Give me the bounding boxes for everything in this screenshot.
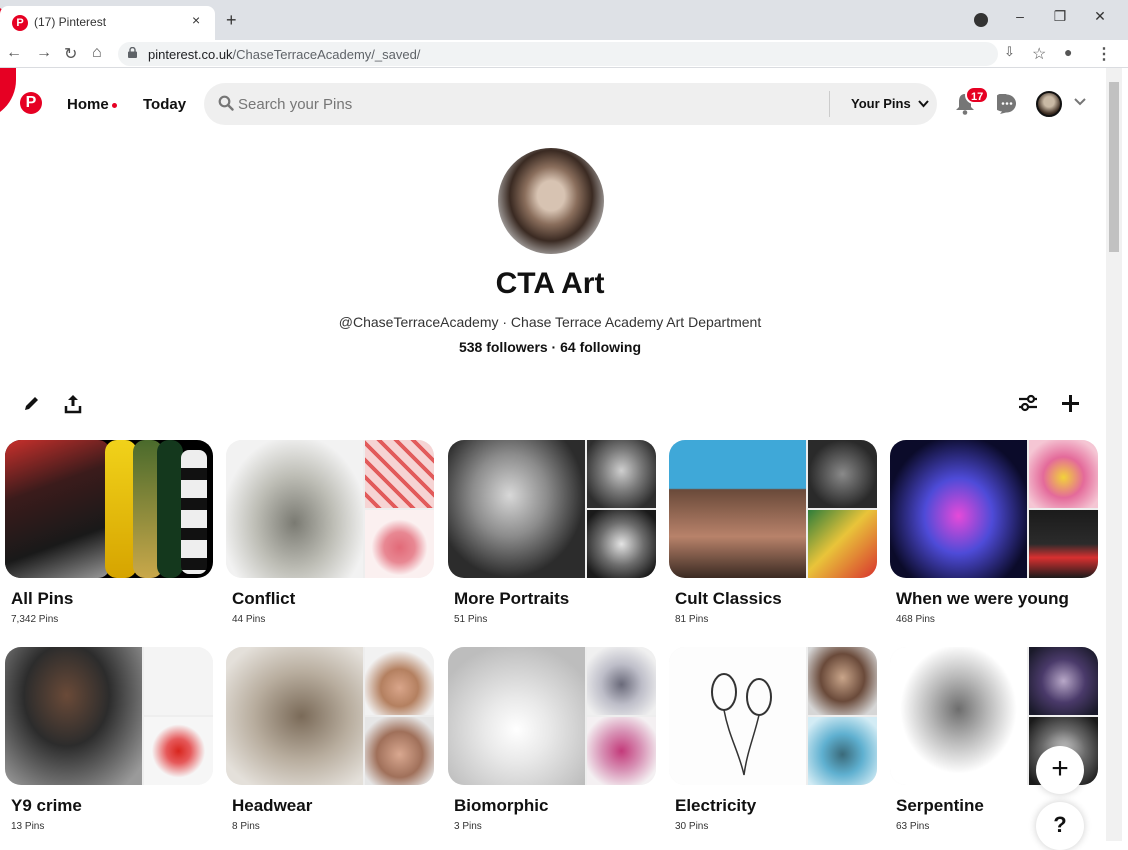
search-scope-label: Your Pins: [851, 96, 911, 111]
board-name: More Portraits: [454, 589, 570, 608]
board-cover: [669, 647, 877, 785]
address-bar[interactable]: pinterest.co.uk/ChaseTerraceAcademy/_sav…: [118, 42, 998, 66]
board-name: All Pins: [11, 589, 74, 608]
board-card[interactable]: Headwear 8 Pins: [226, 647, 434, 832]
board-pin-count: 3 Pins: [454, 821, 482, 832]
board-name: Electricity: [675, 796, 757, 815]
bookmark-star-icon[interactable]: ☆: [1032, 44, 1046, 64]
board-cover: [5, 647, 213, 785]
board-cover: [5, 440, 213, 578]
install-icon[interactable]: ⇩: [1004, 44, 1015, 60]
restore-button[interactable]: ❐: [1050, 8, 1070, 25]
profile-handle: @ChaseTerraceAcademy · Chase Terrace Aca…: [338, 314, 762, 330]
edit-pencil-icon[interactable]: [23, 394, 41, 412]
close-window-button[interactable]: ✕: [1090, 8, 1110, 25]
share-upload-icon[interactable]: [64, 394, 82, 414]
nav-today-link[interactable]: Today: [143, 96, 186, 113]
account-menu-chevron-icon[interactable]: [1074, 98, 1086, 106]
board-card[interactable]: Biomorphic 3 Pins: [448, 647, 656, 832]
page-scrollbar[interactable]: [1106, 68, 1122, 841]
nav-home-link[interactable]: Home: [67, 96, 117, 113]
board-cover: [669, 440, 877, 578]
url-text: pinterest.co.uk/ChaseTerraceAcademy/_sav…: [148, 47, 421, 62]
search-scope-dropdown[interactable]: Your Pins: [851, 96, 930, 111]
pinterest-favicon-icon: P: [12, 15, 28, 31]
search-icon: [218, 95, 234, 111]
profile-follow-stats[interactable]: 538 followers · 64 following: [0, 339, 1100, 355]
board-pin-count: 44 Pins: [232, 614, 266, 625]
board-card[interactable]: Y9 crime 13 Pins: [5, 647, 213, 832]
board-name: Biomorphic: [454, 796, 549, 815]
board-cover: [448, 440, 656, 578]
board-cover: [226, 647, 434, 785]
notification-count-badge: 17: [965, 86, 990, 104]
board-name: When we were young: [896, 589, 1069, 608]
help-button[interactable]: ?: [1036, 802, 1084, 850]
new-content-dot: [111, 102, 117, 108]
profile-name: CTA Art: [495, 267, 605, 300]
help-question-icon: ?: [1053, 812, 1067, 837]
board-name: Y9 crime: [11, 796, 82, 815]
browser-tab[interactable]: P (17) Pinterest ×: [0, 6, 215, 40]
back-arrow-icon[interactable]: ←: [6, 44, 22, 62]
board-name: Cult Classics: [675, 589, 782, 608]
chrome-menu-icon[interactable]: ⋮: [1096, 44, 1112, 64]
board-pin-count: 7,342 Pins: [11, 614, 59, 625]
board-card[interactable]: Electricity 30 Pins: [669, 647, 877, 832]
board-cover: [890, 440, 1098, 578]
board-pin-count: 13 Pins: [11, 821, 45, 832]
profile-avatar: [498, 148, 604, 254]
search-divider: [829, 91, 830, 117]
pinterest-logo[interactable]: P: [20, 92, 42, 114]
floating-add-button[interactable]: +: [1036, 746, 1084, 794]
board-pin-count: 63 Pins: [896, 821, 930, 832]
board-name: Serpentine: [896, 796, 984, 815]
plus-icon: +: [1051, 752, 1069, 785]
messages-icon[interactable]: [997, 94, 1017, 114]
tab-title: (17) Pinterest: [34, 15, 107, 29]
create-plus-icon[interactable]: [1061, 394, 1080, 413]
board-name: Headwear: [232, 796, 313, 815]
board-pin-count: 51 Pins: [454, 614, 488, 625]
search-input[interactable]: [238, 94, 798, 114]
account-icon[interactable]: ●: [1064, 44, 1072, 60]
browser-tab-strip: P (17) Pinterest × + – ❐ ✕: [0, 0, 1128, 120]
board-cover: [226, 440, 434, 578]
scrollbar-thumb[interactable]: [1109, 82, 1119, 252]
search-bar[interactable]: Your Pins: [204, 83, 937, 125]
board-name: Conflict: [232, 589, 296, 608]
board-card[interactable]: Cult Classics 81 Pins: [669, 440, 877, 625]
earphones-sketch-icon: [711, 673, 772, 776]
chevron-down-icon: [918, 100, 930, 108]
board-pin-count: 81 Pins: [675, 614, 709, 625]
board-cover: [448, 647, 656, 785]
browser-profile-icon[interactable]: [974, 13, 988, 27]
browser-toolbar: ← → ↻ ⌂ pinterest.co.uk/ChaseTerraceAcad…: [0, 40, 1128, 68]
tab-close-button[interactable]: ×: [192, 12, 200, 28]
minimize-button[interactable]: –: [1010, 8, 1030, 24]
filter-sliders-icon[interactable]: [1018, 394, 1038, 412]
nav-home-label: Home: [67, 96, 109, 113]
board-pin-count: 30 Pins: [675, 821, 709, 832]
board-card[interactable]: All Pins 7,342 Pins: [5, 440, 213, 625]
board-pin-count: 468 Pins: [896, 614, 935, 625]
user-avatar[interactable]: [1036, 91, 1062, 117]
new-tab-button[interactable]: +: [226, 10, 237, 31]
board-card[interactable]: Conflict 44 Pins: [226, 440, 434, 625]
forward-arrow-icon[interactable]: →: [36, 44, 52, 62]
lock-icon: [128, 47, 137, 58]
board-card[interactable]: More Portraits 51 Pins: [448, 440, 656, 625]
reload-icon[interactable]: ↻: [64, 44, 77, 64]
board-pin-count: 8 Pins: [232, 821, 260, 832]
home-icon[interactable]: ⌂: [92, 44, 102, 62]
board-card[interactable]: When we were young 468 Pins: [890, 440, 1098, 625]
